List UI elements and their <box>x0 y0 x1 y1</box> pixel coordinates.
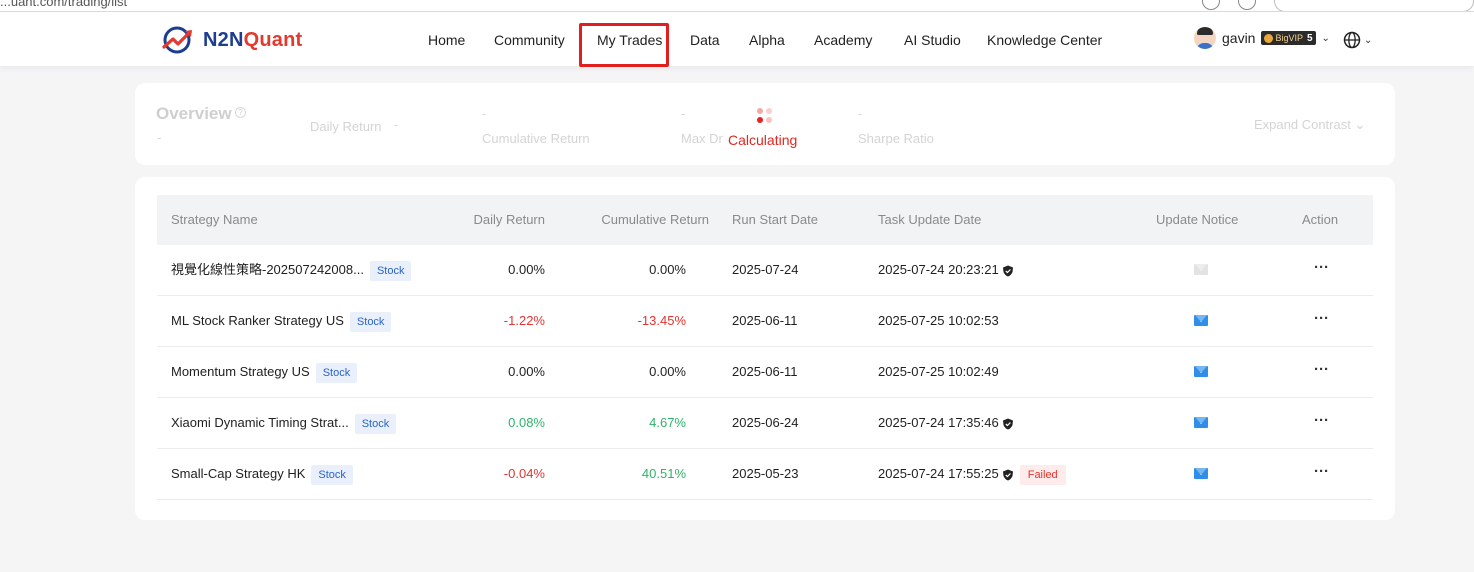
cumulative-return-label: Cumulative Return <box>482 131 590 146</box>
more-actions-icon[interactable]: ··· <box>1314 347 1329 393</box>
cumulative-return-cell: 4.67% <box>649 415 686 430</box>
logo-icon <box>162 26 192 54</box>
stock-tag: Stock <box>349 311 392 332</box>
nav-alpha[interactable]: Alpha <box>749 12 785 66</box>
avatar[interactable] <box>1194 27 1216 49</box>
username: gavin <box>1222 30 1256 46</box>
more-actions-icon[interactable]: ··· <box>1314 398 1329 444</box>
stock-tag: Stock <box>315 362 358 383</box>
more-actions-icon[interactable]: ··· <box>1314 296 1329 342</box>
col-update-notice: Update Notice <box>1156 212 1239 227</box>
daily-return-value: - <box>394 117 399 132</box>
nav-community[interactable]: Community <box>494 12 565 66</box>
bookmark-icon[interactable] <box>1238 0 1256 10</box>
mail-icon[interactable] <box>1194 366 1208 377</box>
nav-data[interactable]: Data <box>690 12 720 66</box>
loading-spinner-icon <box>755 107 775 127</box>
browser-search-box[interactable] <box>1274 0 1474 11</box>
task-update-date-cell: 2025-07-25 10:02:49 <box>878 364 999 379</box>
table-row[interactable]: Momentum Strategy US Stock 0.00% 0.00% 20… <box>157 347 1373 398</box>
nav-academy[interactable]: Academy <box>814 12 872 66</box>
table-row[interactable]: 視覺化線性策略-202507242008... Stock 0.00% 0.00%… <box>157 245 1373 296</box>
site-logo[interactable]: N2NQuant <box>161 25 302 55</box>
strategy-name-cell[interactable]: 視覺化線性策略-202507242008... Stock <box>171 245 412 295</box>
col-task-update-date[interactable]: Task Update Date <box>878 195 981 245</box>
overview-value: - <box>157 130 162 145</box>
cumulative-return-value: - <box>482 106 487 121</box>
run-start-date-cell: 2025-07-24 <box>732 262 799 277</box>
nav-ai-studio[interactable]: AI Studio <box>904 12 961 66</box>
vip-badge: BigVIP 5 <box>1261 31 1316 45</box>
table-row[interactable]: Small-Cap Strategy HK Stock -0.04% 40.51%… <box>157 449 1373 500</box>
table-row[interactable]: Xiaomi Dynamic Timing Strat... Stock 0.08… <box>157 398 1373 449</box>
expand-contrast-button[interactable]: Expand Contrast ⌄ <box>1254 117 1365 133</box>
daily-return-cell: -1.22% <box>503 313 545 328</box>
globe-icon <box>1343 31 1361 49</box>
cumulative-return-cell: 40.51% <box>641 466 686 481</box>
calculating-status: Calculating <box>728 132 798 148</box>
user-menu[interactable]: gavin BigVIP 5 ⌄ <box>1194 27 1330 49</box>
shield-icon <box>1002 265 1013 277</box>
col-run-start-date[interactable]: Run Start Date <box>732 195 818 245</box>
col-cumulative-return[interactable]: Cumulative Return <box>569 195 709 245</box>
daily-return-cell: 0.08% <box>508 415 545 430</box>
more-actions-icon[interactable]: ··· <box>1314 449 1329 495</box>
task-update-date-cell: 2025-07-25 10:02:53 <box>878 313 999 328</box>
col-strategy-name: Strategy Name <box>171 212 258 227</box>
task-update-date-cell: 2025-07-24 17:35:46 <box>878 398 1014 448</box>
strategy-name-cell[interactable]: ML Stock Ranker Strategy US Stock <box>171 296 392 346</box>
run-start-date-cell: 2025-06-24 <box>732 415 799 430</box>
stock-tag: Stock <box>369 260 412 281</box>
mail-icon[interactable] <box>1194 315 1208 326</box>
strategy-name-cell[interactable]: Small-Cap Strategy HK Stock <box>171 449 353 499</box>
mail-icon[interactable] <box>1194 468 1208 479</box>
more-actions-icon[interactable]: ··· <box>1314 245 1329 291</box>
shield-icon <box>1002 469 1013 481</box>
cumulative-return-cell: 0.00% <box>649 262 686 277</box>
daily-return-cell: 0.00% <box>508 262 545 277</box>
strategy-name-cell[interactable]: Xiaomi Dynamic Timing Strat... Stock <box>171 398 397 448</box>
mail-icon[interactable] <box>1194 264 1208 275</box>
strategy-name-cell[interactable]: Momentum Strategy US Stock <box>171 347 358 397</box>
sharpe-ratio-label: Sharpe Ratio <box>858 131 934 146</box>
language-switcher[interactable]: ⌄ <box>1343 31 1372 49</box>
daily-return-cell: -0.04% <box>503 466 545 481</box>
logo-text: N2NQuant <box>203 28 303 51</box>
browser-button-icon[interactable] <box>1202 0 1220 10</box>
task-update-date-cell: 2025-07-24 20:23:21 <box>878 245 1014 295</box>
col-action: Action <box>1302 212 1339 227</box>
stock-tag: Stock <box>354 413 397 434</box>
stock-tag: Stock <box>311 464 353 485</box>
browser-toolbar: ...uant.com/trading/list <box>0 0 1474 12</box>
strategy-table: Strategy Name Daily Return Cumulative Re… <box>135 177 1395 520</box>
nav-home[interactable]: Home <box>428 12 465 66</box>
mail-icon[interactable] <box>1194 417 1208 428</box>
address-bar-text[interactable]: ...uant.com/trading/list <box>0 0 127 9</box>
table-row[interactable]: ML Stock Ranker Strategy US Stock -1.22% … <box>157 296 1373 347</box>
run-start-date-cell: 2025-06-11 <box>732 313 798 328</box>
overview-panel: Overview ? - Daily Return - - Cumulative… <box>135 83 1395 165</box>
max-drawdown-value: - <box>681 106 686 121</box>
task-update-date-cell: 2025-07-24 17:55:25 Failed <box>878 449 1066 499</box>
cumulative-return-cell: 0.00% <box>649 364 686 379</box>
chevron-down-icon: ⌄ <box>1364 34 1373 46</box>
col-daily-return[interactable]: Daily Return <box>445 195 545 245</box>
overview-title: Overview <box>156 104 232 123</box>
nav-knowledge-center[interactable]: Knowledge Center <box>987 12 1102 66</box>
shield-icon <box>1002 418 1013 430</box>
crown-icon <box>1264 33 1274 43</box>
top-nav-bar: N2NQuant Home Community My Trades Data A… <box>0 12 1474 67</box>
run-start-date-cell: 2025-05-23 <box>732 466 799 481</box>
cumulative-return-cell: -13.45% <box>637 313 686 328</box>
active-nav-highlight <box>579 23 669 67</box>
help-icon[interactable]: ? <box>235 107 246 118</box>
table-header: Strategy Name Daily Return Cumulative Re… <box>157 195 1373 245</box>
failed-status-badge: Failed <box>1019 464 1066 485</box>
sharpe-ratio-value: - <box>858 106 863 121</box>
daily-return-cell: 0.00% <box>508 364 545 379</box>
max-drawdown-label: Max Dr <box>681 131 723 146</box>
chevron-down-icon[interactable]: ⌄ <box>1322 33 1330 44</box>
run-start-date-cell: 2025-06-11 <box>732 364 798 379</box>
daily-return-label: Daily Return <box>310 119 382 134</box>
